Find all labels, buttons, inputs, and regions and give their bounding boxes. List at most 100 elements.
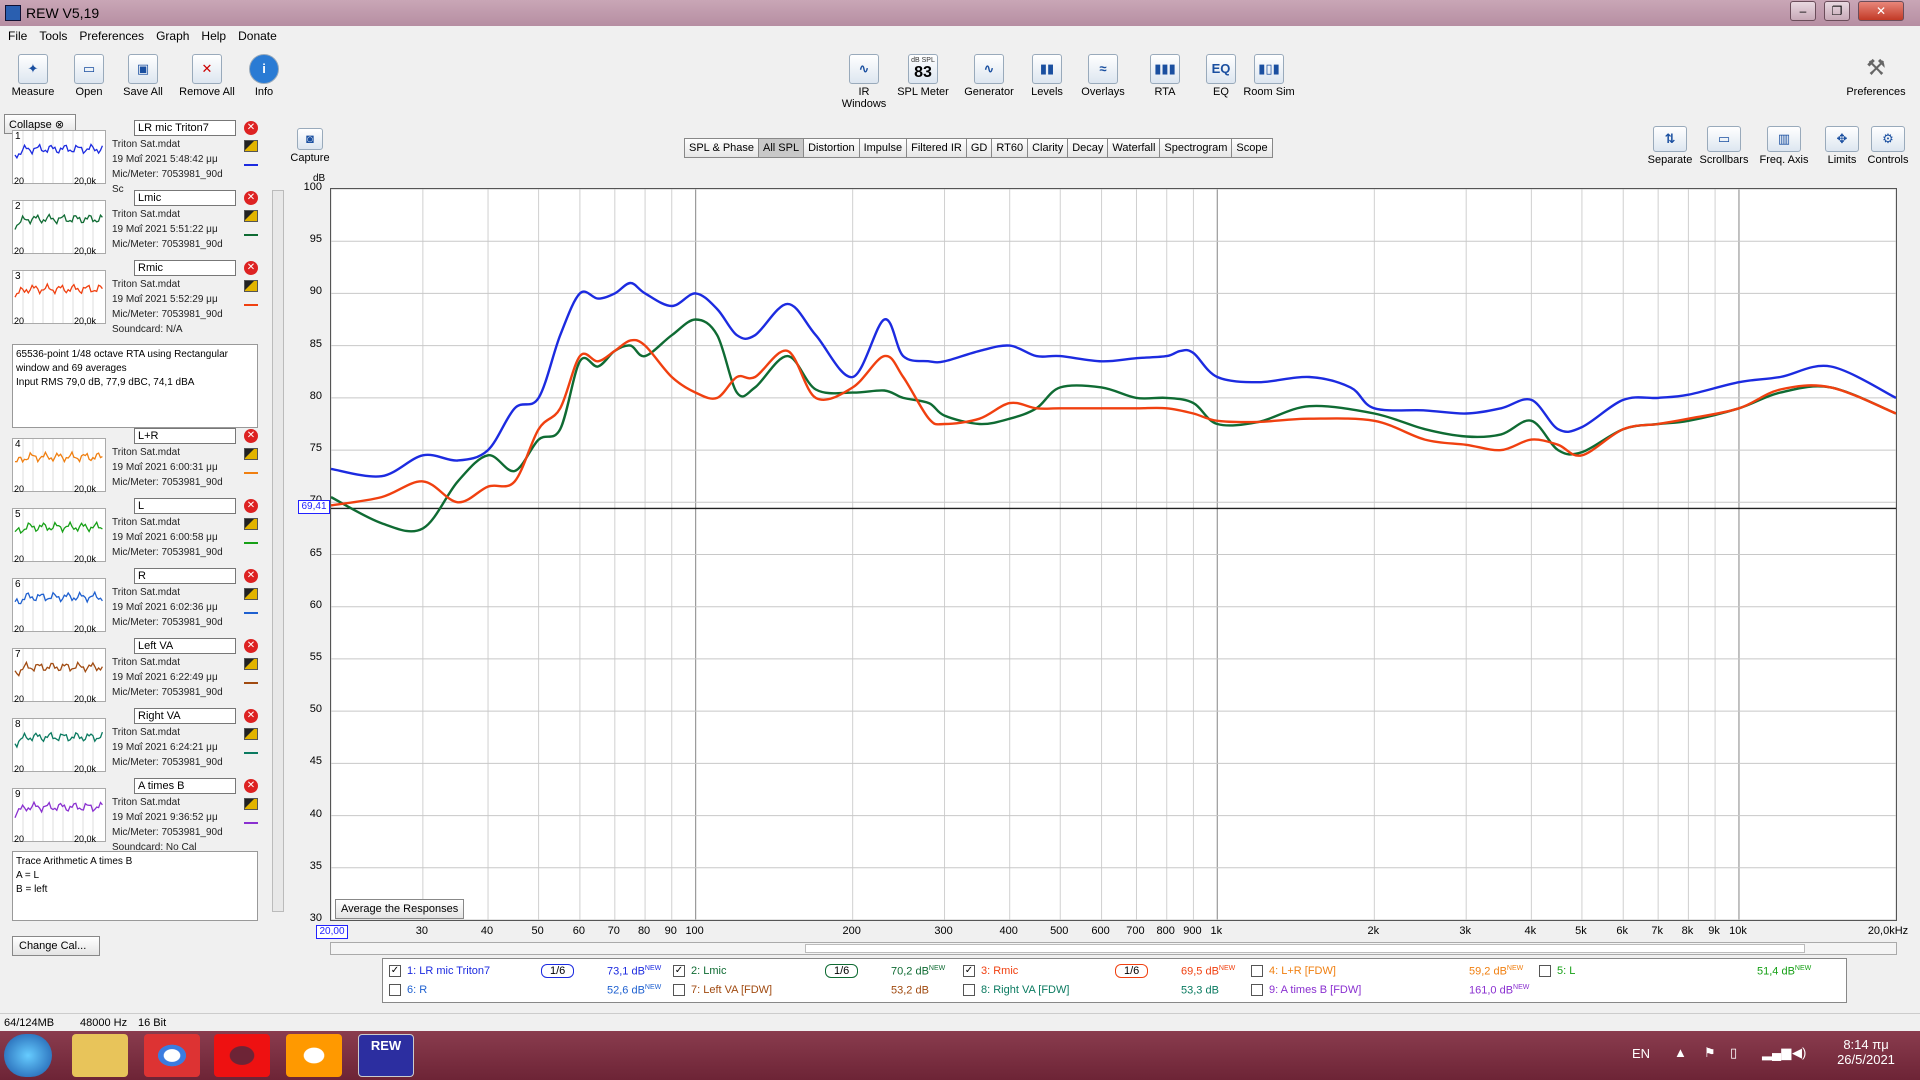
measurement-name-field[interactable]: LR mic Triton7	[134, 120, 236, 136]
remove-measurement-icon[interactable]: ✕	[244, 429, 258, 443]
trace-color-icon[interactable]	[244, 674, 258, 684]
measurement-item[interactable]: 8 20 20,0k Right VA ✕ Triton Sat.mdat 19 Μαΐ 2…	[6, 708, 262, 776]
series-line[interactable]	[331, 318, 1896, 533]
open-button[interactable]: ▭ Open	[64, 54, 114, 98]
separate-button[interactable]: ⇅ Separate	[1642, 126, 1698, 166]
trace-visibility-checkbox[interactable]	[389, 984, 401, 996]
remove-measurement-icon[interactable]: ✕	[244, 779, 258, 793]
measurement-edit-icon[interactable]	[244, 798, 258, 810]
measurement-edit-icon[interactable]	[244, 210, 258, 222]
trace-visibility-checkbox[interactable]	[1251, 984, 1263, 996]
levels-button[interactable]: ▮▮ Levels	[1018, 54, 1076, 98]
opera-icon[interactable]	[214, 1034, 270, 1077]
measurement-edit-icon[interactable]	[244, 140, 258, 152]
spl-meter-button[interactable]: dB SPL 83 SPL Meter	[894, 54, 952, 98]
series-line[interactable]	[331, 338, 1896, 507]
remove-measurement-icon[interactable]: ✕	[244, 569, 258, 583]
generator-button[interactable]: ∿ Generator	[960, 54, 1018, 98]
series-line[interactable]	[331, 281, 1896, 478]
remove-measurement-icon[interactable]: ✕	[244, 639, 258, 653]
measurement-item[interactable]: 2 20 20,0k Lmic ✕ Triton Sat.mdat 19 Μαΐ 2021 …	[6, 190, 262, 258]
trace-color-icon[interactable]	[244, 156, 258, 166]
overlays-button[interactable]: ≈ Overlays	[1074, 54, 1132, 98]
clock[interactable]: 8:14 πμ 26/5/2021	[1836, 1037, 1896, 1067]
legend-trace-label[interactable]: 2: Lmic	[691, 965, 726, 977]
legend-trace-label[interactable]: 3: Rmic	[981, 965, 1018, 977]
legend-trace-label[interactable]: 8: Right VA [FDW]	[981, 984, 1069, 996]
language-indicator[interactable]: EN	[1632, 1046, 1650, 1061]
measurement-edit-icon[interactable]	[244, 518, 258, 530]
remove-measurement-icon[interactable]: ✕	[244, 709, 258, 723]
trace-visibility-checkbox[interactable]: ✓	[673, 965, 685, 977]
smoothing-selector[interactable]: 1/6	[541, 964, 575, 978]
trace-visibility-checkbox[interactable]	[1251, 965, 1263, 977]
menu-file[interactable]: File	[0, 26, 31, 43]
measure-button[interactable]: ✦ Measure	[8, 54, 58, 98]
measurement-edit-icon[interactable]	[244, 280, 258, 292]
ir-windows-button[interactable]: ∿ IR Windows	[835, 54, 893, 110]
measurement-item[interactable]: 3 20 20,0k Rmic ✕ Triton Sat.mdat 19 Μαΐ 2021 …	[6, 260, 262, 335]
trace-visibility-checkbox[interactable]	[963, 984, 975, 996]
smoothing-selector[interactable]: 1/6	[825, 964, 859, 978]
remove-measurement-icon[interactable]: ✕	[244, 499, 258, 513]
info-button[interactable]: i Info	[244, 54, 284, 98]
signal-icon[interactable]: ▂▄▆	[1762, 1045, 1791, 1061]
rew-taskbar-icon[interactable]: REW	[358, 1034, 414, 1077]
graph-h-scrollbar[interactable]	[330, 942, 1897, 955]
chrome-icon[interactable]	[144, 1034, 200, 1077]
tab-spectrogram[interactable]: Spectrogram	[1159, 138, 1233, 158]
trace-visibility-checkbox[interactable]: ✓	[963, 965, 975, 977]
measurement-name-field[interactable]: Left VA	[134, 638, 236, 654]
spl-graph[interactable]: Average the Responses	[330, 188, 1897, 921]
legend-trace-label[interactable]: 5: L	[1557, 965, 1575, 977]
scrollbar-thumb[interactable]	[805, 944, 1805, 953]
x-start-readout[interactable]: 20,00	[316, 925, 348, 939]
legend-trace-label[interactable]: 7: Left VA [FDW]	[691, 984, 772, 996]
panel-scrollbar[interactable]	[272, 190, 284, 912]
tab-clarity[interactable]: Clarity	[1027, 138, 1069, 158]
maximize-button[interactable]: ❐	[1824, 1, 1850, 21]
legend-trace-label[interactable]: 9: A times B [FDW]	[1269, 984, 1361, 996]
tab-gd[interactable]: GD	[965, 138, 993, 158]
smoothing-selector[interactable]: 1/6	[1115, 964, 1149, 978]
measurement-name-field[interactable]: Right VA	[134, 708, 236, 724]
tab-decay[interactable]: Decay	[1067, 138, 1109, 158]
change-cal-button[interactable]: Change Cal...	[12, 936, 100, 956]
legend-trace-label[interactable]: 1: LR mic Triton7	[407, 965, 490, 977]
measurement-item[interactable]: 1 20 20,0k LR mic Triton7 ✕ Triton Sat.mdat 19…	[6, 120, 262, 195]
menu-preferences[interactable]: Preferences	[71, 26, 148, 43]
measurement-item[interactable]: 5 20 20,0k L ✕ Triton Sat.mdat 19 Μαΐ 2021 6:0…	[6, 498, 262, 566]
tab-distortion[interactable]: Distortion	[803, 138, 860, 158]
minimize-button[interactable]: –	[1790, 1, 1816, 21]
menu-help[interactable]: Help	[193, 26, 230, 43]
tab-waterfall[interactable]: Waterfall	[1107, 138, 1161, 158]
trace-color-icon[interactable]	[244, 744, 258, 754]
average-responses-button[interactable]: Average the Responses	[335, 899, 465, 919]
trace-color-icon[interactable]	[244, 534, 258, 544]
trace-visibility-checkbox[interactable]: ✓	[389, 965, 401, 977]
room-sim-button[interactable]: ▮▯▮ Room Sim	[1240, 54, 1298, 98]
measurement-name-field[interactable]: L	[134, 498, 236, 514]
browser-icon[interactable]	[286, 1034, 342, 1077]
measurement-name-field[interactable]: A times B	[134, 778, 236, 794]
remove-measurement-icon[interactable]: ✕	[244, 121, 258, 135]
menu-graph[interactable]: Graph	[148, 26, 193, 43]
trace-color-icon[interactable]	[244, 464, 258, 474]
preferences-button[interactable]: ⚒ Preferences	[1840, 54, 1912, 98]
flag-icon[interactable]: ⚑	[1704, 1045, 1716, 1061]
battery-icon[interactable]: ▯	[1730, 1045, 1737, 1061]
save-all-button[interactable]: ▣ Save All	[118, 54, 168, 98]
trace-visibility-checkbox[interactable]	[673, 984, 685, 996]
trace-color-icon[interactable]	[244, 814, 258, 824]
remove-measurement-icon[interactable]: ✕	[244, 261, 258, 275]
measurement-name-field[interactable]: Rmic	[134, 260, 236, 276]
measurement-item[interactable]: 9 20 20,0k A times B ✕ Triton Sat.mdat 19 Μαΐ …	[6, 778, 262, 853]
file-explorer-icon[interactable]	[72, 1034, 128, 1077]
tab-impulse[interactable]: Impulse	[858, 138, 908, 158]
scrollbars-button[interactable]: ▭ Scrollbars	[1696, 126, 1752, 166]
measurement-edit-icon[interactable]	[244, 728, 258, 740]
tab-filtered-ir[interactable]: Filtered IR	[906, 138, 967, 158]
controls-button[interactable]: ⚙ Controls	[1860, 126, 1916, 166]
measurement-item[interactable]: 7 20 20,0k Left VA ✕ Triton Sat.mdat 19 Μαΐ 20…	[6, 638, 262, 706]
tab-all-spl[interactable]: All SPL	[758, 138, 805, 158]
